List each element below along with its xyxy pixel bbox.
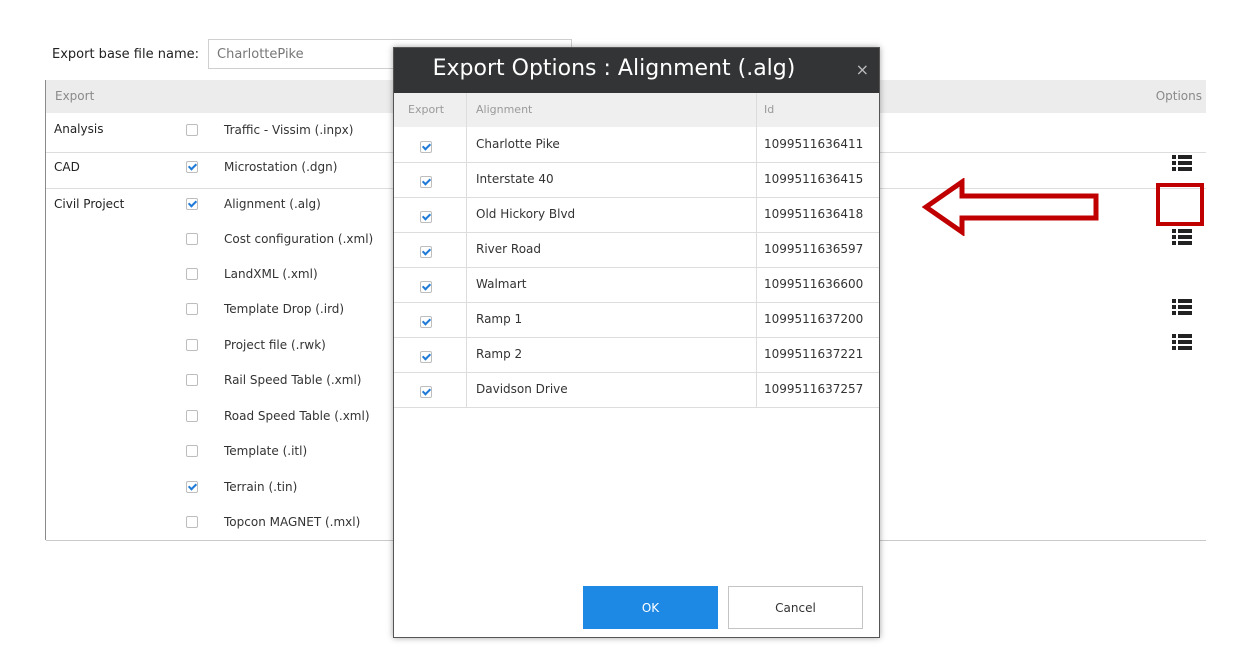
- export-checkbox[interactable]: [186, 198, 198, 210]
- export-checkbox[interactable]: [186, 410, 198, 422]
- export-checkbox[interactable]: [186, 124, 198, 136]
- export-checkbox[interactable]: [186, 516, 198, 528]
- alignment-id: 1099511636415: [764, 172, 864, 186]
- dialog-title-bar: Export Options : Alignment (.alg) ×: [394, 48, 879, 93]
- export-format-label: Template Drop (.ird): [224, 302, 345, 316]
- list-icon: [1172, 334, 1192, 350]
- alignment-name: Ramp 2: [476, 347, 523, 361]
- base-file-name-label: Export base file name:: [52, 47, 199, 62]
- column-header-export: Export: [408, 103, 445, 116]
- group-label-cad: CAD: [54, 160, 80, 174]
- alignment-name: Ramp 1: [476, 312, 523, 326]
- table-row: Interstate 40 1099511636415: [394, 162, 879, 198]
- alignment-name: Charlotte Pike: [476, 137, 560, 151]
- cancel-button[interactable]: Cancel: [728, 586, 863, 629]
- export-checkbox[interactable]: [186, 445, 198, 457]
- column-header-id: Id: [764, 103, 775, 116]
- export-options-dialog: Export Options : Alignment (.alg) × Expo…: [393, 47, 880, 638]
- export-format-label: Project file (.rwk): [224, 338, 326, 352]
- table-row: Ramp 1 1099511637200: [394, 302, 879, 338]
- options-button[interactable]: [1171, 153, 1193, 173]
- export-checkbox[interactable]: [186, 303, 198, 315]
- table-row: Charlotte Pike 1099511636411: [394, 127, 879, 163]
- export-format-label: Road Speed Table (.xml): [224, 409, 370, 423]
- export-format-label: LandXML (.xml): [224, 267, 318, 281]
- table-row: Walmart 1099511636600: [394, 267, 879, 303]
- table-row: Ramp 2 1099511637221: [394, 337, 879, 373]
- alignment-name: River Road: [476, 242, 542, 256]
- ok-button[interactable]: OK: [583, 586, 718, 629]
- options-button[interactable]: [1171, 227, 1193, 247]
- export-format-label: Alignment (.alg): [224, 197, 321, 211]
- dialog-title: Export Options : Alignment (.alg): [432, 56, 796, 81]
- alignment-name: Old Hickory Blvd: [476, 207, 576, 221]
- alignment-export-checkbox[interactable]: [420, 211, 432, 223]
- export-format-label: Cost configuration (.xml): [224, 232, 374, 246]
- alignment-export-checkbox[interactable]: [420, 176, 432, 188]
- group-label-analysis: Analysis: [54, 122, 104, 136]
- list-icon: [1172, 299, 1192, 315]
- alignment-export-checkbox[interactable]: [420, 246, 432, 258]
- alignment-export-checkbox[interactable]: [420, 316, 432, 328]
- export-format-label: Topcon MAGNET (.mxl): [224, 515, 361, 529]
- alignment-export-checkbox[interactable]: [420, 351, 432, 363]
- options-button[interactable]: [1171, 297, 1193, 317]
- list-icon: [1172, 229, 1192, 245]
- alignment-export-checkbox[interactable]: [420, 386, 432, 398]
- export-checkbox[interactable]: [186, 161, 198, 173]
- export-format-label: Traffic - Vissim (.inpx): [224, 123, 354, 137]
- alignment-name: Davidson Drive: [476, 382, 568, 396]
- column-header-export: Export: [55, 89, 95, 103]
- alignment-id: 1099511637200: [764, 312, 864, 326]
- options-highlight-box: [1156, 183, 1204, 226]
- alignment-id: 1099511636597: [764, 242, 864, 256]
- list-icon: [1172, 155, 1192, 171]
- export-format-label: Rail Speed Table (.xml): [224, 373, 362, 387]
- export-format-label: Terrain (.tin): [224, 480, 298, 494]
- options-button[interactable]: [1171, 332, 1193, 352]
- alignment-id: 1099511636411: [764, 137, 864, 151]
- alignment-id: 1099511636600: [764, 277, 864, 291]
- close-icon[interactable]: ×: [856, 60, 869, 79]
- table-row: Old Hickory Blvd 1099511636418: [394, 197, 879, 233]
- alignment-name: Walmart: [476, 277, 527, 291]
- alignment-id: 1099511636418: [764, 207, 864, 221]
- alignment-export-checkbox[interactable]: [420, 281, 432, 293]
- export-checkbox[interactable]: [186, 233, 198, 245]
- export-checkbox[interactable]: [186, 374, 198, 386]
- alignment-id: 1099511637257: [764, 382, 864, 396]
- export-format-label: Template (.itl): [224, 444, 308, 458]
- export-checkbox[interactable]: [186, 268, 198, 280]
- left-arrow-icon: [922, 178, 1099, 236]
- table-row: River Road 1099511636597: [394, 232, 879, 268]
- export-checkbox[interactable]: [186, 481, 198, 493]
- alignment-id: 1099511637221: [764, 347, 864, 361]
- column-header-options: Options: [1155, 89, 1202, 103]
- export-checkbox[interactable]: [186, 339, 198, 351]
- column-header-alignment: Alignment: [476, 103, 533, 116]
- group-label-civil-project: Civil Project: [54, 197, 125, 211]
- alignment-name: Interstate 40: [476, 172, 554, 186]
- export-format-label: Microstation (.dgn): [224, 160, 338, 174]
- table-row: Davidson Drive 1099511637257: [394, 372, 879, 408]
- alignment-export-checkbox[interactable]: [420, 141, 432, 153]
